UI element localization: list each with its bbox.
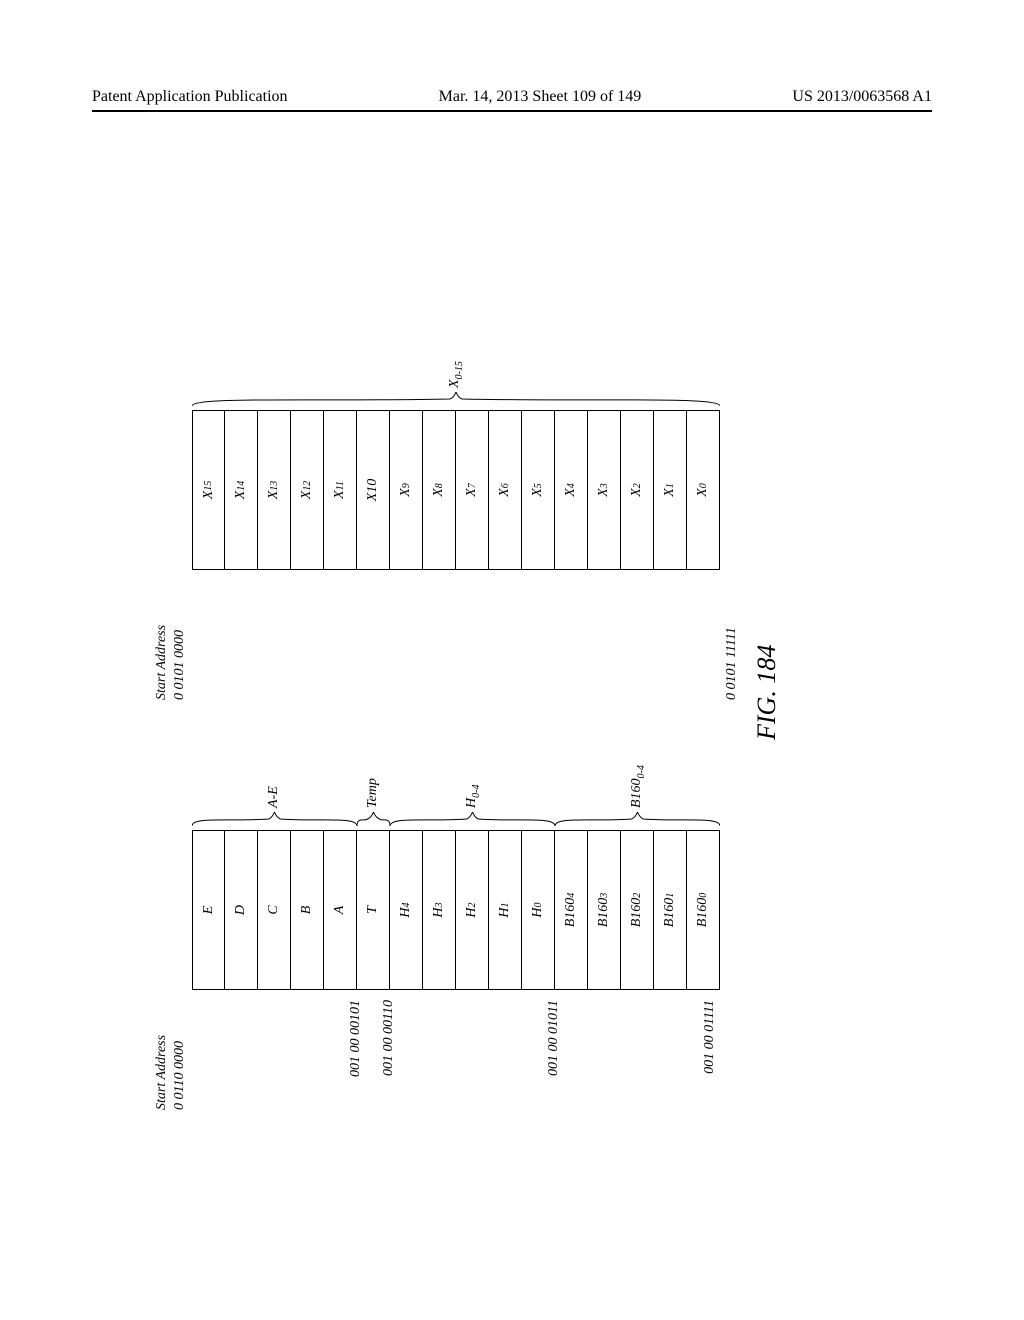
group-brace [357,812,390,826]
left-addr-b1600: 001 00 01111 [702,1000,718,1110]
memory-cell: B1602 [621,830,654,990]
memory-cell: X6 [489,410,522,570]
memory-cell: X8 [423,410,456,570]
group-brace [555,812,720,826]
header-rule [92,110,932,112]
memory-cell: H2 [456,830,489,990]
group-label: A-E [266,786,282,808]
figure-label: FIG. 184 [752,645,782,740]
right-bottom-address: 0 0101 11111 [724,580,740,700]
group-label: B1600-4 [629,765,647,808]
left-addr-t: 001 00 00110 [381,1000,397,1110]
left-addr-a: 001 00 00101 [348,1000,364,1110]
header-center: Mar. 14, 2013 Sheet 109 of 149 [439,88,642,106]
memory-cell: X7 [456,410,489,570]
group-brace [192,392,720,406]
memory-cell: H4 [390,830,423,990]
memory-cell: H1 [489,830,522,990]
memory-cell: C [258,830,291,990]
figure-canvas: Start Address 0 0110 0000 B1600B1601B160… [162,210,862,1110]
memory-cell: H3 [423,830,456,990]
memory-cell: X14 [225,410,258,570]
header-left: Patent Application Publication [92,88,288,106]
memory-cell: X3 [588,410,621,570]
memory-cell: B1601 [654,830,687,990]
memory-cell: X2 [621,410,654,570]
group-brace [192,812,357,826]
memory-cell: X1 [654,410,687,570]
header-right: US 2013/0063568 A1 [792,88,932,106]
memory-cell: X4 [555,410,588,570]
group-label: Temp [365,778,381,808]
memory-cell: B1604 [555,830,588,990]
memory-cell: B [291,830,324,990]
right-top-address: 0 0101 0000 [172,580,188,700]
memory-cell: D [225,830,258,990]
group-label: X0-15 [447,361,465,388]
memory-cell: X12 [291,410,324,570]
memory-cell: A [324,830,357,990]
memory-cell: B1603 [588,830,621,990]
memory-cell: X10 [357,410,390,570]
right-start-address-title: Start Address [154,580,170,700]
memory-cell: X0 [687,410,720,570]
left-addr-b1604: 001 00 01011 [546,1000,562,1110]
memory-cell: H0 [522,830,555,990]
memory-cell: T [357,830,390,990]
left-start-address-title: Start Address [154,1000,170,1110]
right-memory-stack: X0X1X2X3X4X5X6X7X8X9X10X11X12X13X14X15 [192,410,720,570]
memory-cell: X9 [390,410,423,570]
group-label: H0-4 [464,785,482,808]
memory-cell: X15 [192,410,225,570]
group-brace [390,812,555,826]
memory-cell: B1600 [687,830,720,990]
left-memory-stack: B1600B1601B1602B1603B1604H0H1H2H3H4TABCD… [192,830,720,990]
left-top-address: 0 0110 0000 [172,1000,188,1110]
memory-cell: X13 [258,410,291,570]
memory-cell: E [192,830,225,990]
memory-cell: X5 [522,410,555,570]
page-header: Patent Application Publication Mar. 14, … [0,88,1024,106]
memory-cell: X11 [324,410,357,570]
